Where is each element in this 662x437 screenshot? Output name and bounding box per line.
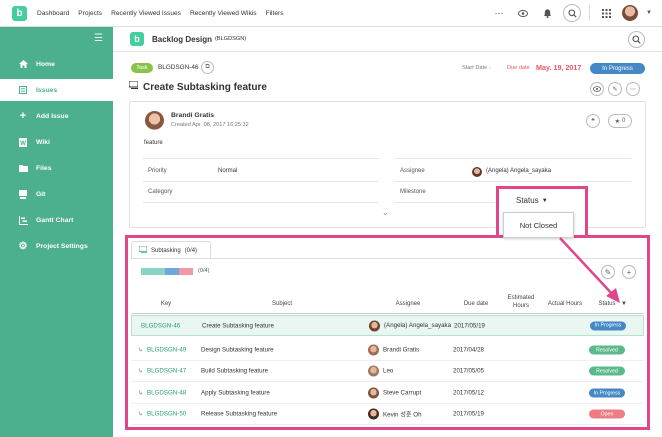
callout-arrow: [559, 237, 620, 303]
